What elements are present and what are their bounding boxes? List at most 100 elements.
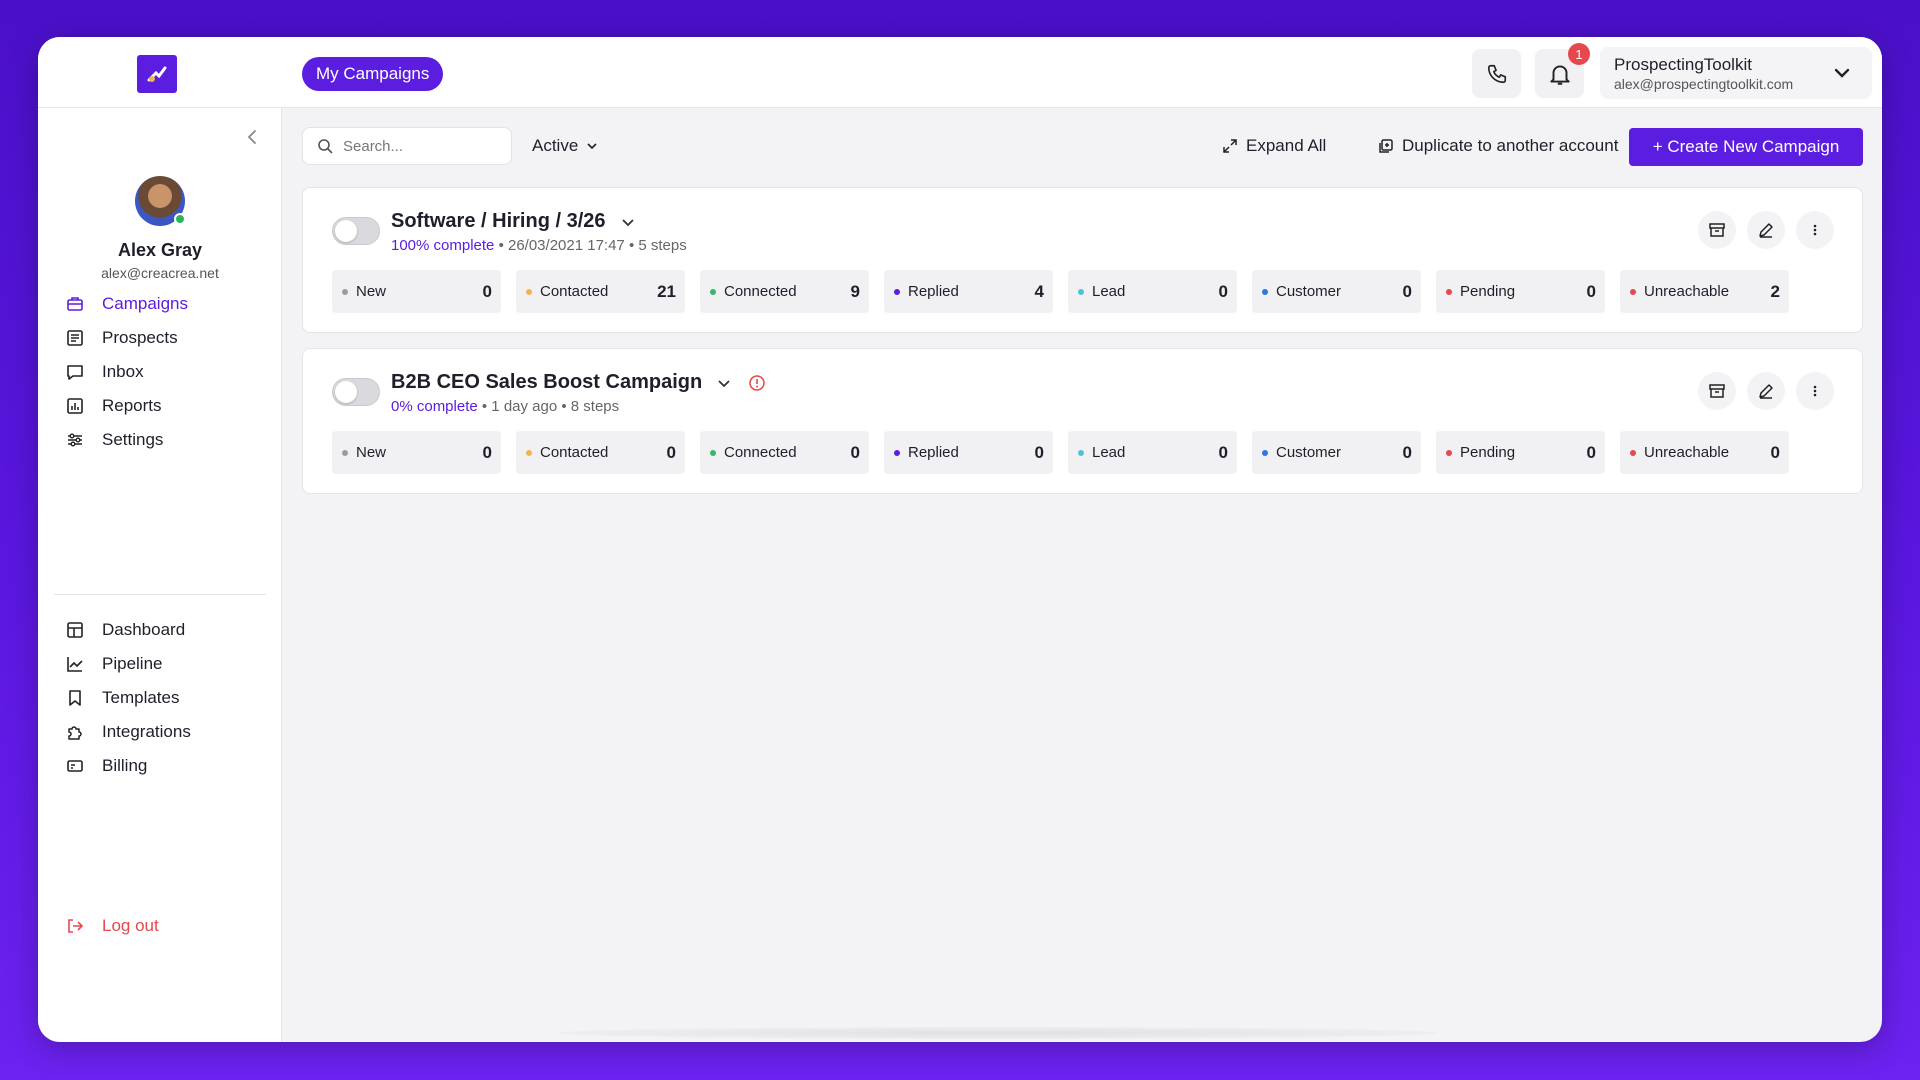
sidebar-item-label: Dashboard — [102, 620, 186, 639]
campaign-progress: 100% complete — [391, 237, 495, 254]
stat-label: New — [356, 444, 387, 461]
campaign-toggle[interactable] — [332, 378, 380, 406]
avatar[interactable] — [135, 176, 186, 226]
stat-contacted[interactable]: Contacted 21 — [516, 270, 685, 313]
stat-unreachable[interactable]: Unreachable 0 — [1620, 431, 1789, 474]
campaign-details: • 1 day ago • 8 steps — [477, 398, 620, 415]
stat-replied[interactable]: Replied 4 — [884, 270, 1053, 313]
notification-badge: 1 — [1568, 43, 1590, 65]
sidebar-item-billing[interactable]: Billing — [64, 749, 264, 783]
status-dot — [710, 288, 716, 295]
tab-my-campaigns[interactable]: My Campaigns — [302, 57, 444, 91]
sidebar-item-campaigns[interactable]: Campaigns — [64, 287, 264, 321]
campaign-actions — [1698, 372, 1834, 410]
search-box[interactable] — [302, 127, 512, 165]
stat-connected[interactable]: Connected 0 — [700, 431, 869, 474]
expand-all-button[interactable]: Expand All — [1222, 136, 1326, 156]
stat-contacted[interactable]: Contacted 0 — [516, 431, 685, 474]
campaign-title[interactable]: Software / Hiring / 3/26 — [391, 210, 606, 233]
chevron-down-icon — [621, 218, 634, 226]
stat-label: New — [356, 283, 387, 300]
app-logo[interactable] — [137, 55, 177, 93]
user-name: Alex Gray — [117, 240, 203, 260]
phone-button[interactable] — [1472, 49, 1521, 98]
stat-new[interactable]: New 0 — [332, 270, 501, 313]
stat-pending[interactable]: Pending 0 — [1436, 431, 1605, 474]
stat-connected[interactable]: Connected 9 — [700, 270, 869, 313]
more-options-button[interactable] — [1796, 211, 1834, 249]
stat-value: 0 — [1402, 281, 1412, 301]
status-dot — [1078, 449, 1084, 456]
archive-button[interactable] — [1698, 211, 1736, 249]
sidebar-item-reports[interactable]: Reports — [64, 389, 264, 423]
chart-line-icon — [64, 653, 86, 675]
create-campaign-button[interactable]: + Create New Campaign — [1629, 128, 1863, 166]
stat-value: 0 — [1218, 442, 1228, 462]
notifications-button[interactable]: 1 — [1535, 43, 1590, 98]
collapse-sidebar-icon[interactable] — [245, 128, 259, 146]
stat-unreachable[interactable]: Unreachable 2 — [1620, 270, 1789, 313]
stat-lead[interactable]: Lead 0 — [1068, 431, 1237, 474]
stat-value: 0 — [1770, 442, 1780, 462]
sidebar-item-label: Inbox — [102, 362, 144, 381]
list-icon — [64, 327, 86, 349]
stat-replied[interactable]: Replied 0 — [884, 431, 1053, 474]
sidebar-item-label: Campaigns — [102, 294, 188, 313]
status-dot — [1262, 449, 1268, 456]
status-dot — [894, 288, 900, 295]
campaign-toggle[interactable] — [332, 217, 380, 245]
sidebar-item-pipeline[interactable]: Pipeline — [64, 647, 264, 681]
stat-value: 2 — [1770, 281, 1780, 301]
account-name: ProspectingToolkit — [1614, 55, 1752, 74]
sidebar-item-inbox[interactable]: Inbox — [64, 355, 264, 389]
stat-value: 0 — [482, 442, 492, 462]
archive-button[interactable] — [1698, 372, 1736, 410]
stat-value: 21 — [657, 281, 676, 301]
stat-label: Unreachable — [1644, 444, 1730, 461]
stat-value: 0 — [1586, 442, 1596, 462]
bell-icon — [1549, 64, 1570, 85]
stat-label: Connected — [724, 444, 797, 461]
status-dot — [526, 449, 532, 456]
duplicate-account-button[interactable]: Duplicate to another account — [1377, 136, 1618, 156]
campaign-title[interactable]: B2B CEO Sales Boost Campaign — [391, 371, 702, 394]
stat-customer[interactable]: Customer 0 — [1252, 431, 1421, 474]
bookmark-icon — [64, 687, 86, 709]
campaign-title-row: Software / Hiring / 3/26 — [391, 210, 636, 233]
sidebar-item-settings[interactable]: Settings — [64, 423, 264, 457]
sidebar-item-dashboard[interactable]: Dashboard — [64, 613, 264, 647]
expand-campaign-button[interactable] — [620, 214, 636, 230]
stat-value: 4 — [1034, 281, 1044, 301]
sidebar-item-integrations[interactable]: Integrations — [64, 715, 264, 749]
logout-button[interactable]: Log out — [64, 916, 159, 936]
briefcase-icon — [64, 293, 86, 315]
logout-label: Log out — [102, 916, 159, 935]
account-switcher[interactable]: ProspectingToolkit alex@prospectingtoolk… — [1600, 47, 1872, 99]
status-filter-dropdown[interactable]: Active — [532, 136, 598, 156]
status-dot — [1630, 449, 1636, 456]
warning-indicator[interactable] — [748, 374, 766, 392]
stat-label: Customer — [1276, 444, 1342, 461]
stat-pending[interactable]: Pending 0 — [1436, 270, 1605, 313]
sidebar-item-templates[interactable]: Templates — [64, 681, 264, 715]
expand-campaign-button[interactable] — [716, 375, 732, 391]
stat-customer[interactable]: Customer 0 — [1252, 270, 1421, 313]
sidebar-item-prospects[interactable]: Prospects — [64, 321, 264, 355]
archive-icon — [1709, 223, 1725, 237]
puzzle-icon — [64, 721, 86, 743]
status-dot — [342, 288, 348, 295]
edit-button[interactable] — [1747, 372, 1785, 410]
chat-icon — [64, 361, 86, 383]
stat-lead[interactable]: Lead 0 — [1068, 270, 1237, 313]
status-dot — [710, 449, 716, 456]
stat-label: Pending — [1460, 444, 1516, 461]
toggle-knob — [335, 381, 357, 403]
stat-label: Customer — [1276, 283, 1342, 300]
edit-button[interactable] — [1747, 211, 1785, 249]
chevron-down-icon — [718, 379, 730, 387]
search-input[interactable] — [343, 137, 493, 155]
more-options-button[interactable] — [1796, 372, 1834, 410]
stat-new[interactable]: New 0 — [332, 431, 501, 474]
stat-value: 0 — [1402, 442, 1412, 462]
stat-value: 0 — [1218, 281, 1228, 301]
